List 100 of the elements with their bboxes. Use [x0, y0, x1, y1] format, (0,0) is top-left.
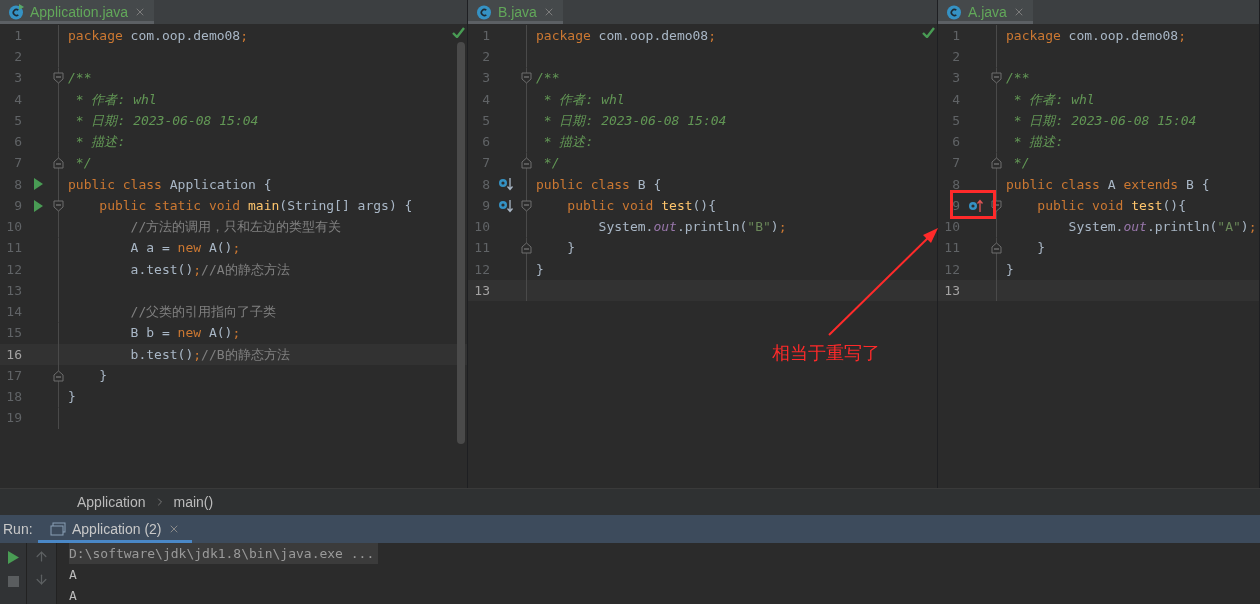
editor-tab[interactable]: Application.java	[0, 0, 155, 24]
code-line: //父类的引用指向了子类	[129, 303, 277, 322]
code-line: public class Application {	[67, 175, 272, 194]
code-line: package com.oop.demo08;	[1005, 26, 1187, 45]
code-line: * 作者: whl	[542, 90, 625, 109]
fold-icon[interactable]	[990, 199, 1002, 212]
code-line: /**	[67, 69, 92, 88]
line-number: 4	[481, 90, 491, 109]
code-line: */	[1012, 154, 1030, 173]
scrollbar[interactable]	[457, 42, 465, 444]
run-icon[interactable]	[7, 551, 19, 564]
unfold-icon[interactable]	[52, 369, 64, 382]
line-number: 3	[951, 69, 961, 88]
code-line: public void test(){	[1036, 196, 1187, 215]
code-line: A a = new A();	[129, 239, 241, 258]
line-number: 10	[943, 218, 961, 237]
console-line: A	[69, 587, 77, 604]
line-number: 12	[943, 260, 961, 279]
line-number: 6	[481, 133, 491, 152]
code-line: * 日期: 2023-06-08 15:04	[1012, 111, 1197, 130]
run-label: Run:	[2, 519, 34, 539]
line-number: 10	[473, 218, 491, 237]
line-number: 11	[5, 239, 23, 258]
line-number: 19	[5, 409, 23, 428]
check-icon[interactable]	[922, 27, 935, 38]
line-number: 6	[951, 133, 961, 152]
down-arrow-icon[interactable]	[34, 572, 49, 587]
code-line: */	[74, 154, 92, 173]
line-number: 9	[951, 196, 961, 215]
line-number: 13	[5, 281, 23, 300]
code-line: * 作者: whl	[74, 90, 157, 109]
code-line: package com.oop.demo08;	[67, 26, 249, 45]
line-number: 8	[951, 175, 961, 194]
line-number: 5	[481, 111, 491, 130]
code-line: System.out.println("B");	[597, 218, 787, 237]
line-number: 13	[473, 281, 491, 300]
code-line: * 描述:	[1012, 133, 1064, 152]
highlight-frame	[950, 190, 996, 219]
code-line: * 日期: 2023-06-08 15:04	[542, 111, 727, 130]
code-line: * 作者: whl	[1012, 90, 1095, 109]
overrides-up-icon[interactable]	[968, 198, 984, 213]
stop-icon[interactable]	[7, 576, 19, 587]
line-number: 4	[951, 90, 961, 109]
overridden-down-icon[interactable]	[498, 198, 514, 213]
unfold-icon[interactable]	[520, 242, 532, 255]
run-icon[interactable]	[33, 178, 43, 191]
code-line: B b = new A();	[129, 324, 241, 343]
code-line: public static void main(String[] args) {	[98, 196, 413, 215]
fold-icon[interactable]	[520, 199, 532, 212]
fold-icon[interactable]	[520, 72, 532, 85]
line-number: 12	[5, 260, 23, 279]
unfold-icon[interactable]	[990, 157, 1002, 170]
line-number: 15	[5, 324, 23, 343]
line-number: 3	[481, 69, 491, 88]
line-number: 11	[943, 239, 961, 258]
line-number: 12	[473, 260, 491, 279]
line-number: 2	[13, 48, 23, 67]
line-number: 14	[5, 303, 23, 322]
console-line: A	[69, 566, 77, 584]
unfold-icon[interactable]	[52, 157, 64, 170]
breadcrumb-item[interactable]: main()	[173, 491, 214, 513]
fold-icon[interactable]	[52, 72, 64, 85]
line-number: 8	[481, 175, 491, 194]
code-line: package com.oop.demo08;	[535, 26, 717, 45]
console-icon	[50, 522, 66, 536]
code-line: * 描述:	[74, 133, 126, 152]
unfold-icon[interactable]	[520, 157, 532, 170]
unfold-icon[interactable]	[990, 242, 1002, 255]
run-icon[interactable]	[33, 199, 43, 212]
code-line: public class B {	[535, 175, 662, 194]
line-number: 1	[13, 26, 23, 45]
line-number: 5	[13, 111, 23, 130]
line-number: 9	[13, 196, 23, 215]
code-line: /**	[1005, 69, 1030, 88]
code-line: }	[1005, 260, 1014, 279]
class-icon	[946, 4, 962, 20]
code-line: /**	[535, 69, 560, 88]
editor-tab[interactable]: A.java	[938, 0, 1033, 24]
line-number: 18	[5, 388, 23, 407]
line-number: 9	[481, 196, 491, 215]
code-line: //方法的调用，只和左边的类型有关	[129, 218, 342, 237]
code-line: * 日期: 2023-06-08 15:04	[74, 111, 259, 130]
editor-tab[interactable]: B.java	[468, 0, 563, 24]
class-icon	[476, 4, 492, 20]
fold-icon[interactable]	[990, 72, 1002, 85]
breadcrumb-item[interactable]: Application	[77, 491, 146, 513]
line-number: 8	[13, 175, 23, 194]
fold-icon[interactable]	[52, 199, 64, 212]
annotation-text: 相当于重写了	[772, 342, 880, 365]
check-icon[interactable]	[452, 27, 465, 38]
line-number: 7	[481, 154, 491, 173]
line-number: 1	[481, 26, 491, 45]
overridden-down-icon[interactable]	[498, 177, 514, 192]
line-number: 7	[951, 154, 961, 173]
line-number: 5	[951, 111, 961, 130]
line-number: 13	[943, 281, 961, 300]
code-line: * 描述:	[542, 133, 594, 152]
line-number: 2	[481, 48, 491, 67]
line-number: 11	[473, 239, 491, 258]
line-number: 2	[951, 48, 961, 67]
